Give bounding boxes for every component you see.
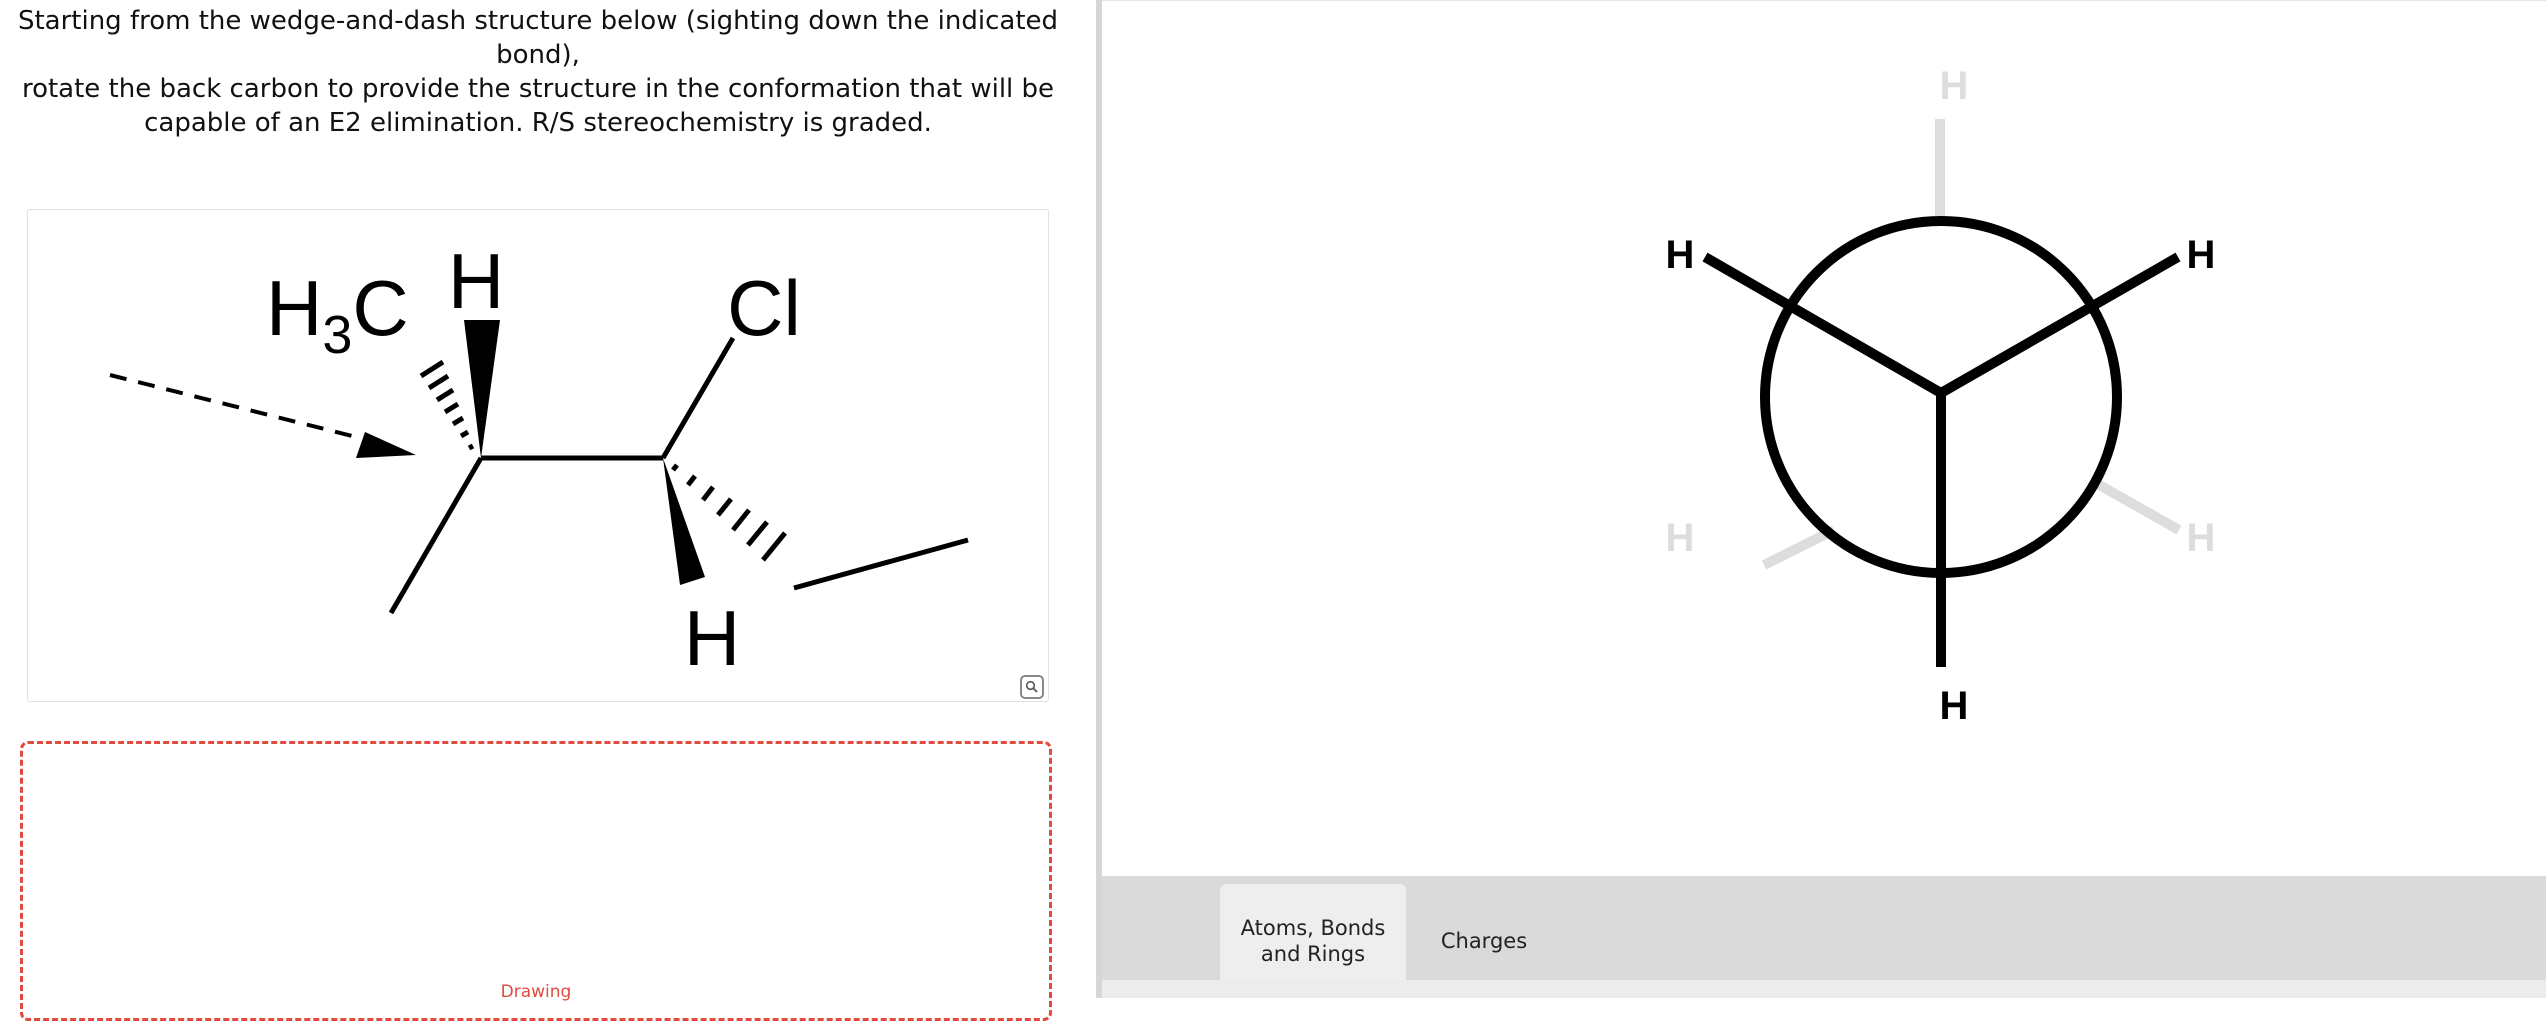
tab-charges-label: Charges <box>1440 929 1528 953</box>
question-panel: Starting from the wedge-and-dash structu… <box>0 0 1096 1021</box>
front-bond-right <box>1938 252 2181 398</box>
label-h-top: H <box>448 237 504 325</box>
sighting-arrow-line <box>109 373 369 442</box>
newman-canvas[interactable]: H H H H H H <box>1102 0 2546 877</box>
wedge-dash-structure: H3C H Cl H <box>27 209 1049 702</box>
question-line-2: rotate the back carbon to provide the st… <box>21 74 1055 104</box>
wedge-dash-drawing: H3C H Cl H <box>109 237 969 682</box>
toolbar-content-strip <box>1102 980 2546 998</box>
front-h-bottom-label[interactable]: H <box>1940 684 1969 728</box>
sighting-arrow-head <box>356 432 416 458</box>
back-bond-right <box>2091 477 2182 535</box>
zoom-button[interactable] <box>1020 675 1044 699</box>
front-h-right-label[interactable]: H <box>2187 233 2216 277</box>
label-h-bottom: H <box>684 594 740 682</box>
bond-c2-methyl <box>388 456 484 615</box>
question-text: Starting from the wedge-and-dash structu… <box>0 4 1076 140</box>
bond-ethyl <box>793 537 969 591</box>
hash-c2-ch3 <box>419 359 475 451</box>
back-bond-left <box>1761 525 1837 570</box>
label-h3c: H3C <box>266 264 409 365</box>
back-h-top-label[interactable]: H <box>1940 64 1969 108</box>
front-h-left-label[interactable]: H <box>1666 233 1695 277</box>
tab-atoms-label: Atoms, Bonds and Rings <box>1240 916 1386 966</box>
label-cl: Cl <box>727 264 801 352</box>
editor-toolbar: Atoms, Bonds and Rings Charges <box>1102 876 2546 998</box>
question-line-1: Starting from the wedge-and-dash structu… <box>17 6 1059 70</box>
bond-c3-cl <box>660 336 736 460</box>
magnifier-icon <box>1025 680 1038 693</box>
back-h-left-label[interactable]: H <box>1666 516 1695 560</box>
wedge-c2-h <box>464 320 500 458</box>
front-bond-left <box>1702 252 1944 398</box>
question-line-3: capable of an E2 elimination. R/S stereo… <box>144 108 932 138</box>
drawing-answer-area[interactable]: Drawing <box>20 741 1052 1021</box>
wedge-c3-h <box>663 458 705 585</box>
newman-projection[interactable]: H H H H H H <box>1102 1 2546 877</box>
drawing-label: Drawing <box>500 982 572 1002</box>
back-h-right-label[interactable]: H <box>2187 516 2216 560</box>
